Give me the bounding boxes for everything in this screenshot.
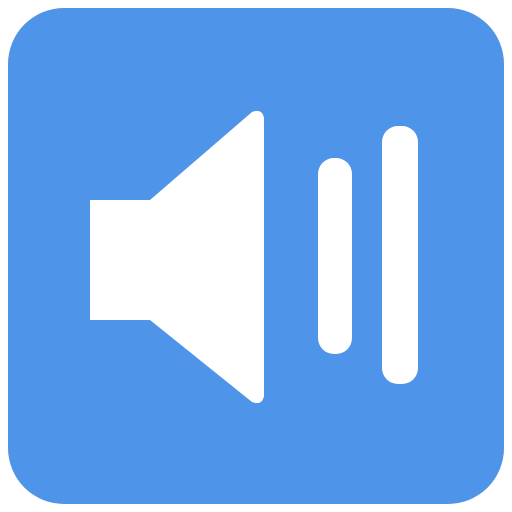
speaker-volume-icon	[0, 0, 512, 512]
sound-bar-long-icon	[382, 126, 418, 384]
sound-bar-short-icon	[318, 158, 352, 354]
speaker-cone-icon	[90, 110, 264, 404]
